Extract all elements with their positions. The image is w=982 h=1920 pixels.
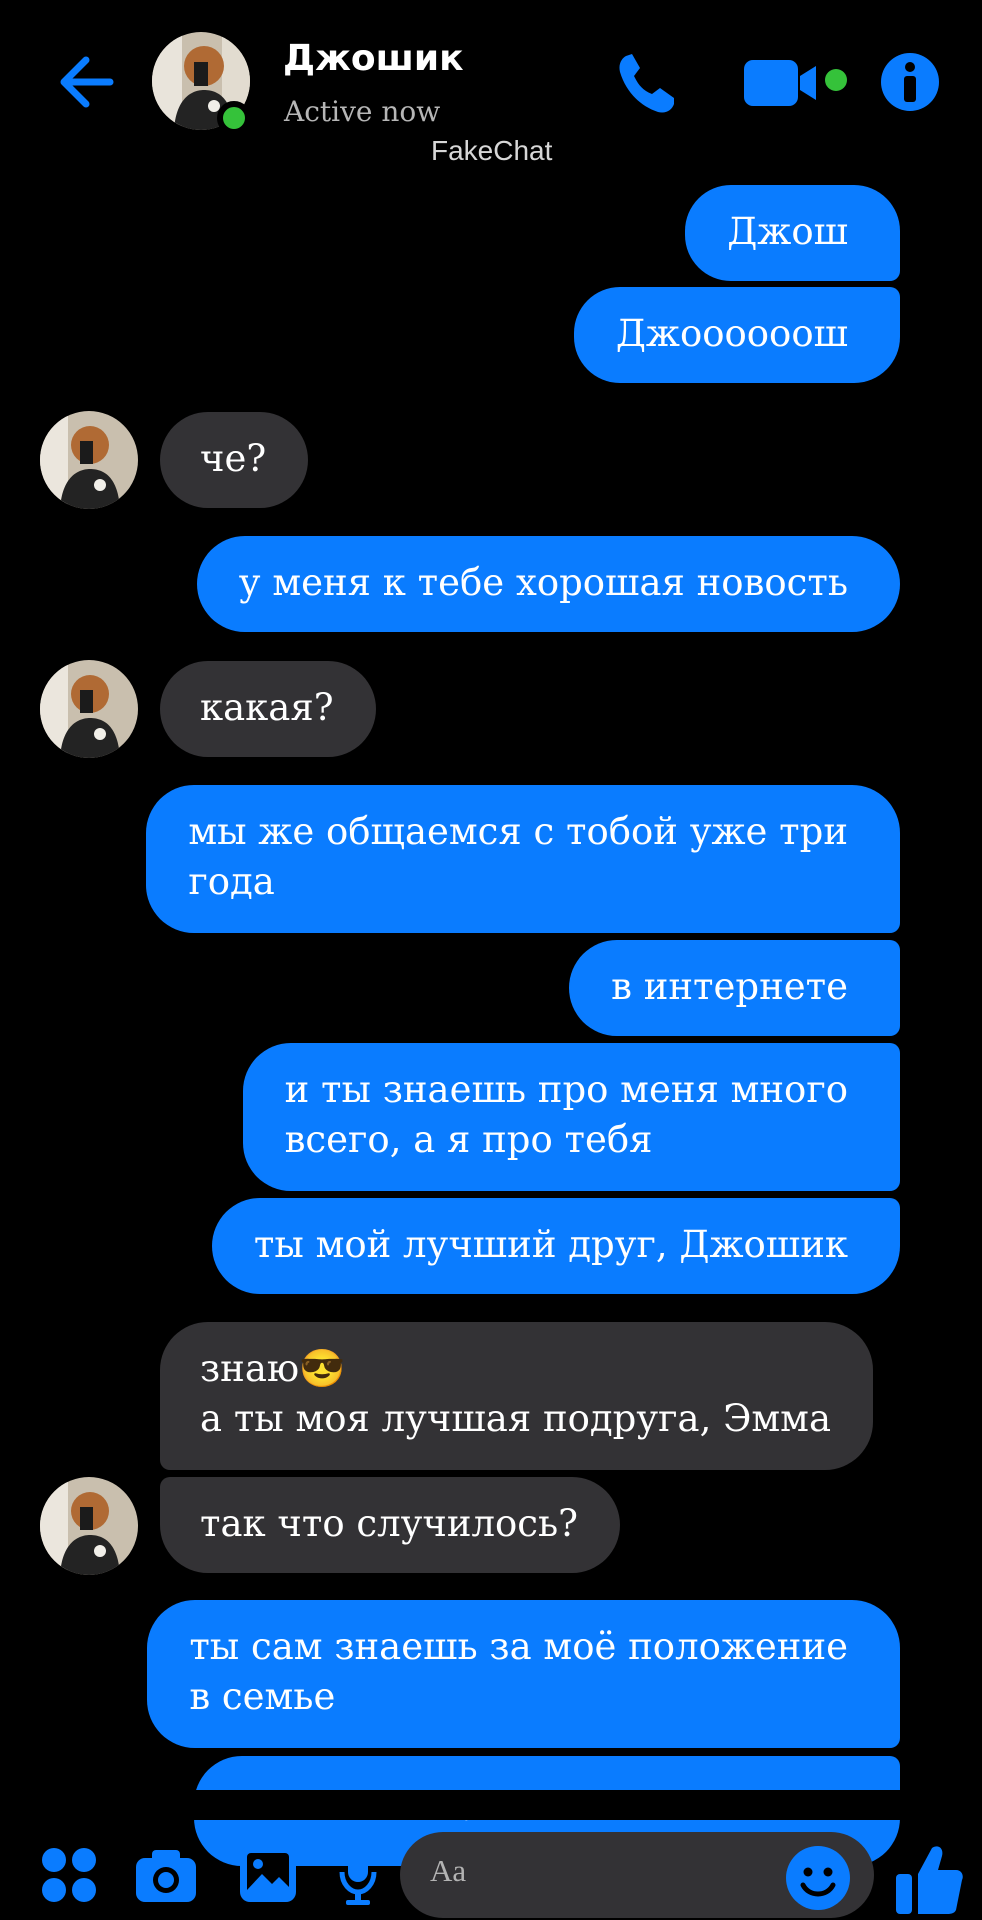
message-text: какая?	[200, 686, 334, 729]
outgoing-message[interactable]: Джоооооош	[573, 287, 900, 383]
phone-icon[interactable]	[612, 48, 682, 118]
microphone-icon[interactable]	[338, 1842, 378, 1906]
message-text: мы же общаемся с тобой уже три	[188, 810, 848, 853]
message-text: ты мой лучший друг, Джошик	[253, 1223, 848, 1266]
sender-avatar[interactable]	[40, 411, 138, 509]
apps-icon[interactable]	[40, 1846, 98, 1904]
watermark: FakeChat	[431, 135, 553, 166]
message-text: в интернете	[611, 965, 848, 1008]
message-text: у меня к тебе хорошая новость	[238, 561, 848, 604]
message-text: Джоооооош	[615, 312, 848, 355]
message-text: Джош	[727, 210, 848, 253]
composer-bar: Aa	[0, 1810, 982, 1920]
message-text: всего, а я про тебя	[284, 1118, 653, 1161]
message-text: и ты знаешь про меня много	[284, 1068, 848, 1111]
outgoing-message[interactable]: и ты знаешь про меня много всего, а я пр…	[242, 1043, 900, 1191]
sender-avatar[interactable]	[40, 660, 138, 758]
outgoing-message[interactable]: мы же общаемся с тобой уже три года	[146, 785, 900, 933]
contact-status: Active now	[284, 95, 441, 128]
message-text: знаю😎	[200, 1347, 346, 1390]
incoming-message[interactable]: так что случилось?	[160, 1477, 620, 1573]
outgoing-message[interactable]: у меня к тебе хорошая новость	[196, 536, 900, 632]
arrow-left-icon[interactable]	[52, 50, 116, 114]
smiley-icon[interactable]	[785, 1845, 851, 1911]
outgoing-message[interactable]: ты сам знаешь за моё положение в семье	[147, 1600, 900, 1748]
online-indicator	[217, 101, 251, 135]
incoming-message[interactable]: че?	[160, 412, 309, 508]
message-text: года	[188, 860, 275, 903]
sender-avatar[interactable]	[40, 1477, 138, 1575]
incoming-message[interactable]: какая?	[160, 661, 376, 757]
outgoing-message[interactable]: Джош	[685, 185, 900, 281]
message-text: ты сам знаешь за моё положение	[189, 1625, 848, 1668]
message-input-placeholder: Aa	[430, 1853, 467, 1888]
contact-name[interactable]: Джошик	[283, 38, 464, 79]
camera-icon[interactable]	[134, 1846, 198, 1904]
message-text: так что случилось?	[200, 1502, 578, 1545]
message-text: а ты моя лучшая подруга, Эмма	[200, 1397, 832, 1440]
message-text: че?	[200, 437, 267, 480]
image-icon[interactable]	[238, 1844, 298, 1904]
video-camera-icon[interactable]	[742, 58, 852, 108]
message-text: в семье	[189, 1675, 336, 1718]
outgoing-message[interactable]: ты мой лучший друг, Джошик	[211, 1198, 900, 1294]
chat-header: Джошик Active now FakeChat	[0, 0, 982, 170]
thumbs-up-icon[interactable]	[894, 1842, 964, 1916]
outgoing-message[interactable]: в интернете	[569, 940, 900, 1036]
incoming-message[interactable]: знаю😎 а ты моя лучшая подруга, Эмма	[160, 1322, 874, 1470]
info-icon[interactable]	[880, 52, 940, 112]
